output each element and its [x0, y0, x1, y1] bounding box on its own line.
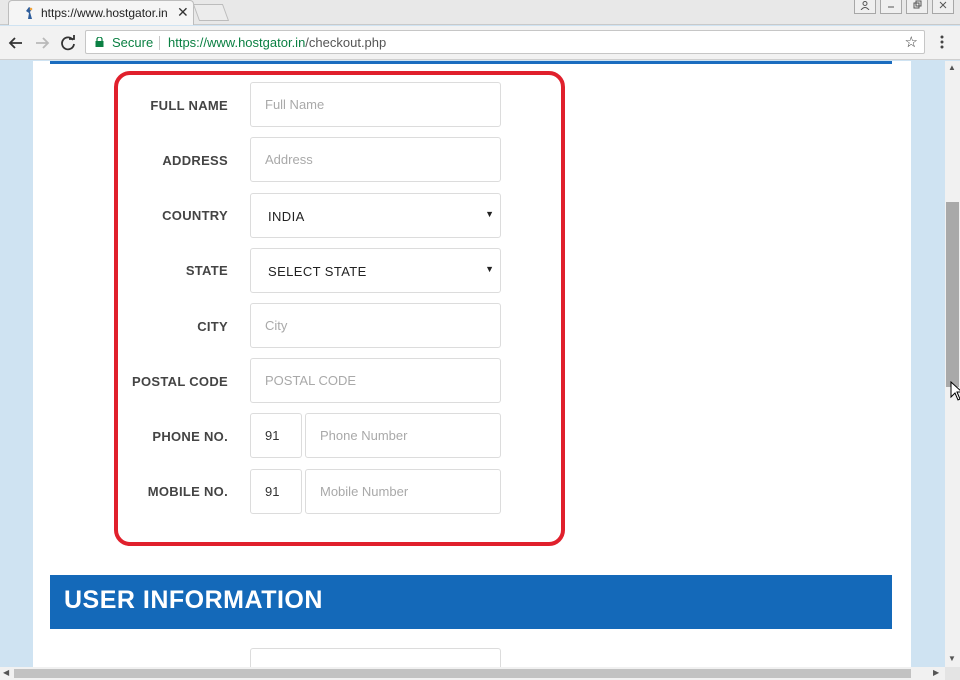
- tab-title: https://www.hostgator.in: [41, 6, 168, 20]
- user-information-input[interactable]: [250, 648, 501, 667]
- vertical-scroll-thumb[interactable]: [946, 202, 959, 387]
- scroll-down-icon[interactable]: ▼: [948, 654, 956, 663]
- tab-close-icon[interactable]: ✕: [177, 4, 189, 20]
- tab-strip: https://www.hostgator.in ✕: [0, 0, 960, 25]
- user-information-header: USER INFORMATION: [50, 575, 892, 629]
- mouse-cursor-icon: [950, 381, 960, 401]
- secure-label: Secure: [112, 35, 154, 50]
- vertical-scrollbar[interactable]: ▲ ▼: [945, 61, 960, 667]
- minimize-button[interactable]: [880, 0, 902, 14]
- window-controls: [854, 0, 954, 14]
- restore-button[interactable]: [906, 0, 928, 14]
- scroll-left-icon[interactable]: ◀: [3, 668, 9, 677]
- browser-tab[interactable]: https://www.hostgator.in ✕: [8, 0, 194, 25]
- scrollbar-corner: [945, 667, 960, 680]
- scroll-up-icon[interactable]: ▲: [948, 63, 956, 72]
- highlight-annotation: [114, 71, 565, 546]
- menu-dots-icon[interactable]: [934, 33, 950, 51]
- back-arrow-icon[interactable]: [6, 33, 26, 53]
- window-close-button[interactable]: [932, 0, 954, 14]
- url-path: /checkout.php: [305, 35, 387, 50]
- profile-icon[interactable]: [854, 0, 876, 14]
- url-origin: https://www.hostgator.in: [168, 35, 306, 50]
- address-separator: [159, 36, 160, 50]
- lock-icon: [95, 37, 104, 47]
- horizontal-scrollbar[interactable]: ◀ ▶: [0, 667, 945, 680]
- hostgator-favicon-icon: [26, 7, 33, 19]
- section-title: USER INFORMATION: [64, 586, 323, 614]
- page-viewport: FULL NAME Full Name ADDRESS Address COUN…: [0, 61, 945, 667]
- section-top-border: [50, 61, 892, 64]
- new-tab-button[interactable]: [192, 4, 230, 21]
- checkout-page: FULL NAME Full Name ADDRESS Address COUN…: [33, 61, 911, 667]
- scroll-right-icon[interactable]: ▶: [933, 668, 939, 677]
- forward-arrow-icon[interactable]: [32, 33, 52, 53]
- address-bar[interactable]: Secure https://www.hostgator.in/checkout…: [85, 30, 925, 54]
- url-text: https://www.hostgator.in/checkout.php: [168, 35, 386, 50]
- reload-icon[interactable]: [58, 33, 78, 53]
- star-icon[interactable]: ☆: [905, 33, 918, 51]
- horizontal-scroll-thumb[interactable]: [14, 669, 911, 678]
